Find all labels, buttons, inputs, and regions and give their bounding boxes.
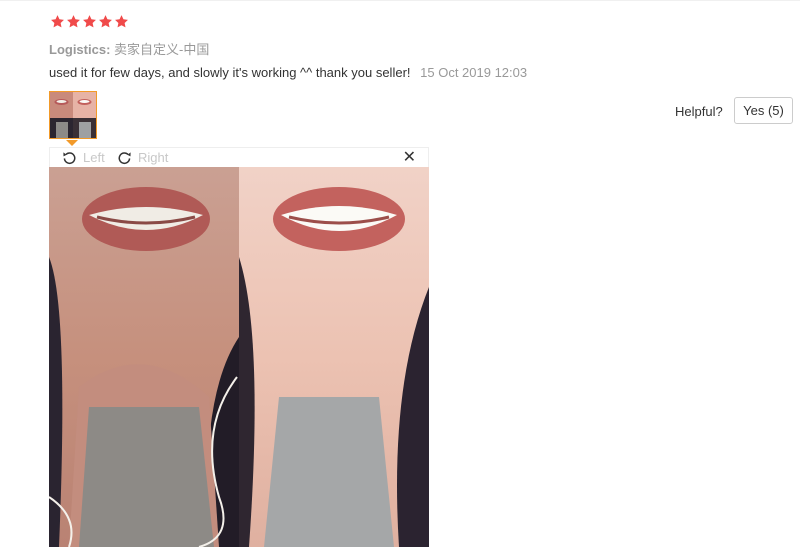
logistics-value: 卖家自定义-中国 [114, 42, 210, 57]
review-photo-thumbnail[interactable] [49, 91, 97, 139]
close-icon[interactable]: ✕ [403, 148, 416, 168]
thumbnail-pointer [66, 140, 78, 146]
rotate-right-icon [118, 152, 131, 165]
star-icon [82, 14, 97, 29]
review-date: 15 Oct 2019 12:03 [420, 65, 528, 80]
rotate-left-button[interactable]: Left [62, 150, 105, 165]
rotate-left-label: Left [83, 150, 105, 165]
rotate-right-label: Right [138, 150, 169, 165]
review-text: used it for few days, and slowly it's wo… [49, 65, 411, 80]
helpful-yes-button[interactable]: Yes (5) [734, 97, 793, 124]
review-item: Logistics: 卖家自定义-中国 used it for few days… [0, 0, 800, 554]
helpful-label: Helpful? [675, 104, 723, 119]
review-photo [49, 167, 429, 547]
rotate-left-icon [63, 152, 76, 165]
star-icon [66, 14, 81, 29]
star-icon [114, 14, 129, 29]
star-icon [50, 14, 65, 29]
logistics-label: Logistics: [49, 42, 111, 57]
star-icon [98, 14, 113, 29]
photo-viewer-toolbar: Left Right ✕ [49, 147, 429, 167]
star-rating [50, 14, 129, 29]
review-body: used it for few days, and slowly it's wo… [49, 65, 527, 80]
divider [0, 0, 800, 1]
rotate-right-button[interactable]: Right [117, 150, 168, 165]
photo-viewer: Left Right ✕ [49, 147, 429, 547]
logistics-info: Logistics: 卖家自定义-中国 [49, 39, 209, 58]
